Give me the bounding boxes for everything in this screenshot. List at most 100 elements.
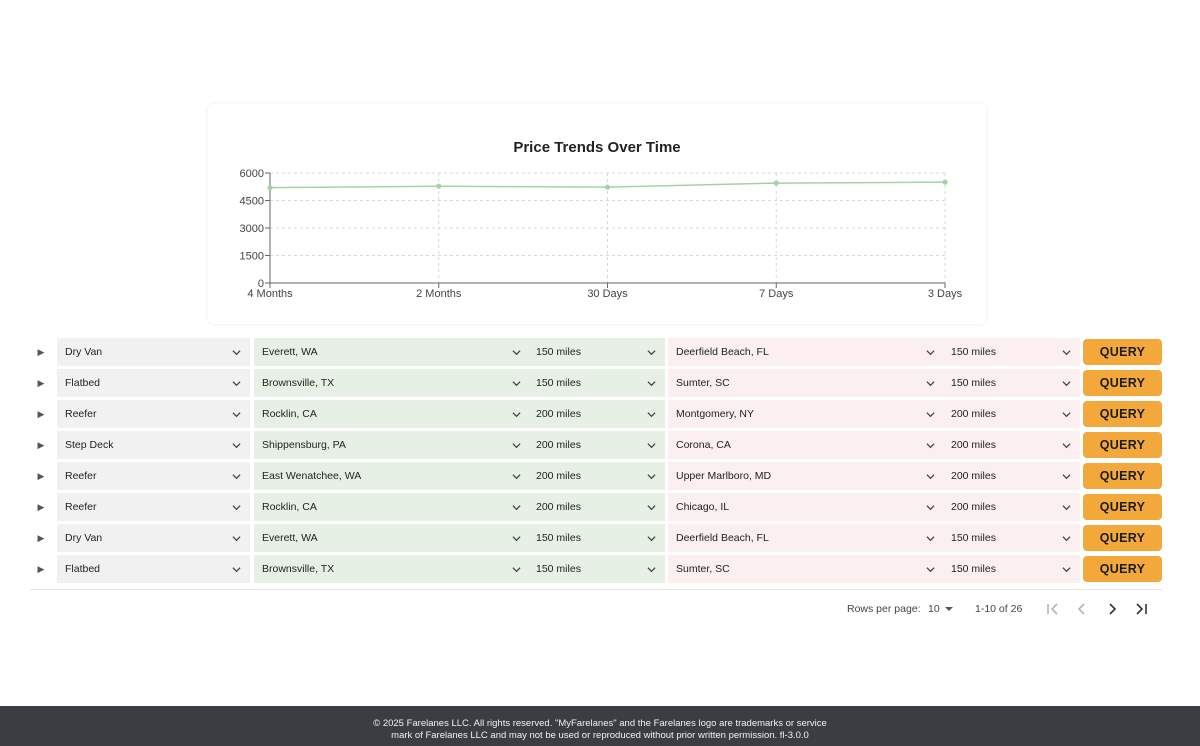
equipment-value: Dry Van <box>65 346 103 358</box>
expand-arrow-icon[interactable]: ▶ <box>34 437 48 451</box>
origin-radius-select[interactable]: 150 miles <box>528 369 665 397</box>
chevron-down-icon <box>647 443 656 449</box>
origin-select[interactable]: Rocklin, CA <box>254 493 530 521</box>
equipment-select[interactable]: Reefer <box>57 462 250 490</box>
page-range: 1-10 of 26 <box>975 603 1023 615</box>
origin-radius-select[interactable]: 200 miles <box>528 431 665 459</box>
origin-select[interactable]: Shippensburg, PA <box>254 431 530 459</box>
footer-copyright-line-2: mark of Farelanes LLC and may not be use… <box>391 730 809 741</box>
equipment-select[interactable]: Flatbed <box>57 369 250 397</box>
origin-select[interactable]: Everett, WA <box>254 524 530 552</box>
destination-select[interactable]: Montgomery, NY <box>668 400 943 428</box>
next-page-button[interactable] <box>1103 600 1121 618</box>
origin-radius-select[interactable]: 200 miles <box>528 462 665 490</box>
expand-arrow-icon[interactable]: ▶ <box>34 468 48 482</box>
data-point <box>604 184 611 190</box>
chevron-down-icon <box>647 567 656 573</box>
destination-radius-value: 150 miles <box>951 563 996 575</box>
expand-arrow-icon[interactable]: ▶ <box>34 406 48 420</box>
equipment-value: Flatbed <box>65 563 101 575</box>
table-row: ▶ Dry Van Everett, WA 150 miles Deerfiel… <box>30 338 1170 366</box>
query-button[interactable]: QUERY <box>1083 494 1162 520</box>
origin-radius-value: 150 miles <box>536 563 581 575</box>
table-row: ▶ Flatbed Brownsville, TX 150 miles Sumt… <box>30 369 1170 397</box>
table-row: ▶ Step Deck Shippensburg, PA 200 miles C… <box>30 431 1170 459</box>
equipment-value: Reefer <box>65 408 97 420</box>
origin-select[interactable]: Rocklin, CA <box>254 400 530 428</box>
expand-arrow-icon[interactable]: ▶ <box>34 499 48 513</box>
query-button[interactable]: QUERY <box>1083 339 1162 365</box>
destination-select[interactable]: Chicago, IL <box>668 493 943 521</box>
table-row: ▶ Reefer Rocklin, CA 200 miles Montgomer… <box>30 400 1170 428</box>
previous-page-button[interactable] <box>1073 600 1091 618</box>
chevron-down-icon <box>512 474 521 480</box>
next-page-icon <box>1109 603 1117 615</box>
chevron-down-icon <box>232 567 241 573</box>
equipment-select[interactable]: Dry Van <box>57 524 250 552</box>
destination-radius-select[interactable]: 200 miles <box>943 400 1080 428</box>
equipment-select[interactable]: Reefer <box>57 400 250 428</box>
caret-down-icon <box>945 607 953 611</box>
origin-radius-select[interactable]: 150 miles <box>528 524 665 552</box>
origin-radius-select[interactable]: 200 miles <box>528 493 665 521</box>
first-page-button[interactable] <box>1044 600 1062 618</box>
origin-select[interactable]: Brownsville, TX <box>254 369 530 397</box>
origin-value: Shippensburg, PA <box>262 439 346 451</box>
origin-radius-select[interactable]: 150 miles <box>528 555 665 583</box>
chevron-down-icon <box>647 412 656 418</box>
chevron-down-icon <box>512 536 521 542</box>
data-point <box>267 185 273 191</box>
destination-radius-select[interactable]: 150 miles <box>943 555 1080 583</box>
query-button[interactable]: QUERY <box>1083 432 1162 458</box>
origin-select[interactable]: East Wenatchee, WA <box>254 462 530 490</box>
destination-radius-select[interactable]: 200 miles <box>943 431 1080 459</box>
origin-radius-select[interactable]: 150 miles <box>528 338 665 366</box>
chevron-down-icon <box>647 381 656 387</box>
destination-select[interactable]: Deerfield Beach, FL <box>668 524 943 552</box>
destination-radius-select[interactable]: 150 miles <box>943 524 1080 552</box>
expand-arrow-icon[interactable]: ▶ <box>34 530 48 544</box>
destination-radius-select[interactable]: 150 miles <box>943 369 1080 397</box>
destination-radius-value: 200 miles <box>951 501 996 513</box>
destination-select[interactable]: Sumter, SC <box>668 369 943 397</box>
equipment-value: Reefer <box>65 470 97 482</box>
chevron-down-icon <box>926 536 935 542</box>
rows-per-page-label: Rows per page: <box>847 603 921 615</box>
chevron-down-icon <box>1062 350 1071 356</box>
chevron-down-icon <box>512 350 521 356</box>
y-tick-label: 3000 <box>240 223 264 235</box>
origin-select[interactable]: Everett, WA <box>254 338 530 366</box>
destination-radius-select[interactable]: 200 miles <box>943 462 1080 490</box>
chevron-down-icon <box>926 350 935 356</box>
query-button[interactable]: QUERY <box>1083 370 1162 396</box>
expand-arrow-icon[interactable]: ▶ <box>34 561 48 575</box>
query-button[interactable]: QUERY <box>1083 525 1162 551</box>
chevron-down-icon <box>232 474 241 480</box>
destination-radius-select[interactable]: 200 miles <box>943 493 1080 521</box>
destination-select[interactable]: Upper Marlboro, MD <box>668 462 943 490</box>
equipment-select[interactable]: Reefer <box>57 493 250 521</box>
chevron-down-icon <box>647 350 656 356</box>
origin-radius-value: 200 miles <box>536 470 581 482</box>
equipment-select[interactable]: Dry Van <box>57 338 250 366</box>
origin-select[interactable]: Brownsville, TX <box>254 555 530 583</box>
destination-radius-select[interactable]: 150 miles <box>943 338 1080 366</box>
expand-arrow-icon[interactable]: ▶ <box>34 344 48 358</box>
query-button[interactable]: QUERY <box>1083 556 1162 582</box>
query-button[interactable]: QUERY <box>1083 463 1162 489</box>
equipment-select[interactable]: Step Deck <box>57 431 250 459</box>
origin-radius-value: 150 miles <box>536 346 581 358</box>
expand-arrow-icon[interactable]: ▶ <box>34 375 48 389</box>
chevron-down-icon <box>926 443 935 449</box>
origin-radius-value: 150 miles <box>536 377 581 389</box>
destination-select[interactable]: Corona, CA <box>668 431 943 459</box>
destination-select[interactable]: Sumter, SC <box>668 555 943 583</box>
origin-radius-select[interactable]: 200 miles <box>528 400 665 428</box>
last-page-button[interactable] <box>1132 600 1150 618</box>
destination-select[interactable]: Deerfield Beach, FL <box>668 338 943 366</box>
destination-radius-value: 200 miles <box>951 470 996 482</box>
equipment-select[interactable]: Flatbed <box>57 555 250 583</box>
chevron-down-icon <box>232 505 241 511</box>
query-button[interactable]: QUERY <box>1083 401 1162 427</box>
rows-per-page-select[interactable]: 10 <box>928 600 956 618</box>
